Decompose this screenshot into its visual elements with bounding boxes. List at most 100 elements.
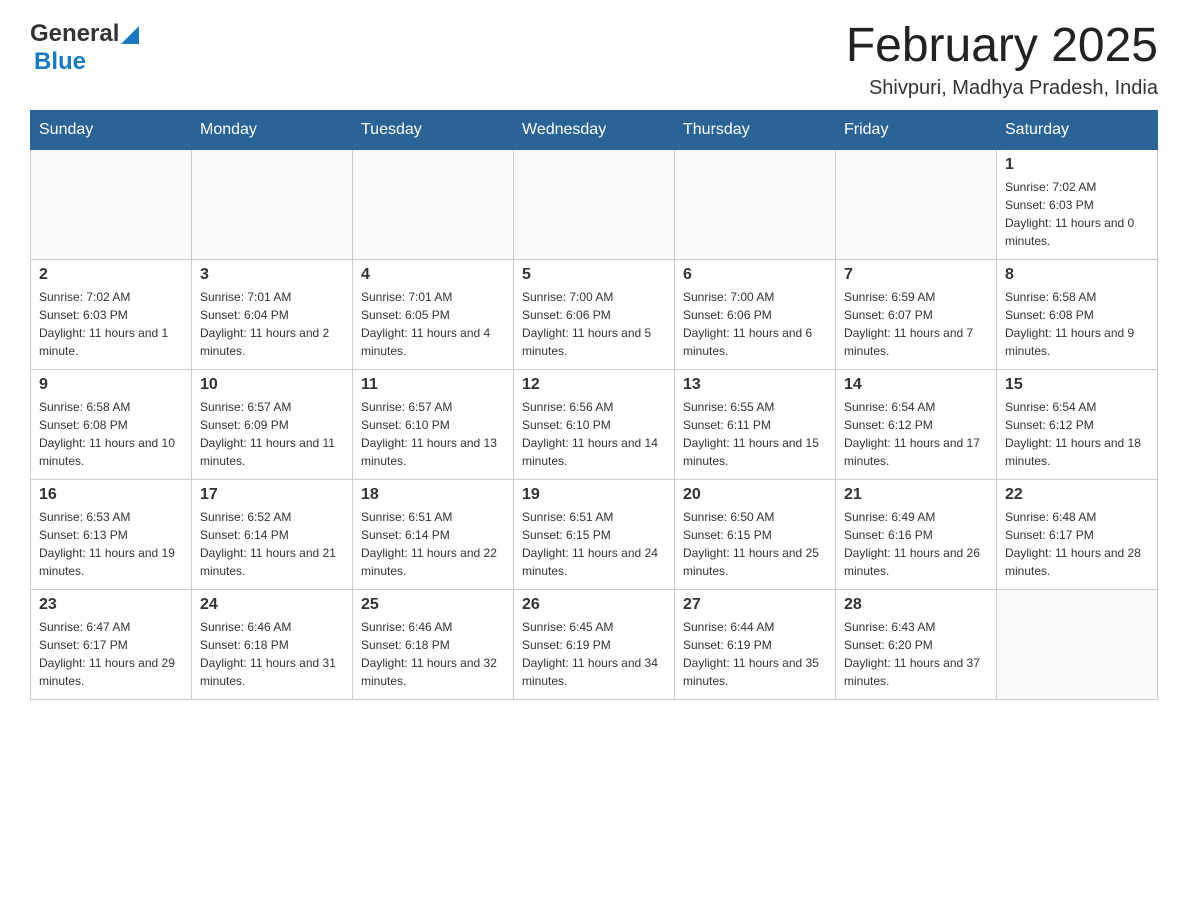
table-row: 18 Sunrise: 6:51 AMSunset: 6:14 PMDayligh… [353,479,514,589]
day-number: 25 [361,596,505,614]
table-row: 4 Sunrise: 7:01 AMSunset: 6:05 PMDaylight… [353,259,514,369]
day-number: 17 [200,486,344,504]
page-header: General Blue February 2025 Shivpuri, Mad… [30,20,1158,100]
day-info: Sunrise: 6:54 AMSunset: 6:12 PMDaylight:… [844,398,988,470]
month-title: February 2025 [846,20,1158,73]
table-row: 22 Sunrise: 6:48 AMSunset: 6:17 PMDayligh… [997,479,1158,589]
day-number: 12 [522,376,666,394]
day-number: 11 [361,376,505,394]
calendar-table: Sunday Monday Tuesday Wednesday Thursday… [30,110,1158,700]
day-info: Sunrise: 6:50 AMSunset: 6:15 PMDaylight:… [683,508,827,580]
day-info: Sunrise: 6:53 AMSunset: 6:13 PMDaylight:… [39,508,183,580]
day-number: 15 [1005,376,1149,394]
header-monday: Monday [192,110,353,149]
day-number: 26 [522,596,666,614]
day-number: 27 [683,596,827,614]
day-number: 2 [39,266,183,284]
day-number: 8 [1005,266,1149,284]
logo-blue-text: Blue [34,48,86,76]
table-row: 10 Sunrise: 6:57 AMSunset: 6:09 PMDayligh… [192,369,353,479]
day-info: Sunrise: 6:56 AMSunset: 6:10 PMDaylight:… [522,398,666,470]
logo-flag-icon [121,26,139,44]
header-sunday: Sunday [31,110,192,149]
title-block: February 2025 Shivpuri, Madhya Pradesh, … [846,20,1158,100]
table-row: 7Sunrise: 6:59 AMSunset: 6:07 PMDaylight… [836,259,997,369]
day-info: Sunrise: 6:51 AMSunset: 6:15 PMDaylight:… [522,508,666,580]
table-row: 16 Sunrise: 6:53 AMSunset: 6:13 PMDayligh… [31,479,192,589]
day-number: 9 [39,376,183,394]
day-info: Sunrise: 6:43 AMSunset: 6:20 PMDaylight:… [844,618,988,690]
table-row: 2 Sunrise: 7:02 AMSunset: 6:03 PMDaylight… [31,259,192,369]
header-wednesday: Wednesday [514,110,675,149]
day-number: 18 [361,486,505,504]
day-info: Sunrise: 6:55 AMSunset: 6:11 PMDaylight:… [683,398,827,470]
day-number: 13 [683,376,827,394]
day-info: Sunrise: 7:00 AMSunset: 6:06 PMDaylight:… [683,288,827,360]
table-row: 9 Sunrise: 6:58 AMSunset: 6:08 PMDaylight… [31,369,192,479]
header-thursday: Thursday [675,110,836,149]
table-row: 13 Sunrise: 6:55 AMSunset: 6:11 PMDayligh… [675,369,836,479]
table-row: 20 Sunrise: 6:50 AMSunset: 6:15 PMDayligh… [675,479,836,589]
header-saturday: Saturday [997,110,1158,149]
day-number: 19 [522,486,666,504]
day-number: 22 [1005,486,1149,504]
day-info: Sunrise: 6:44 AMSunset: 6:19 PMDaylight:… [683,618,827,690]
day-number: 20 [683,486,827,504]
day-info: Sunrise: 6:58 AMSunset: 6:08 PMDaylight:… [1005,288,1149,360]
table-row: 1Sunrise: 7:02 AMSunset: 6:03 PMDaylight… [997,149,1158,259]
logo: General Blue [30,20,139,76]
header-tuesday: Tuesday [353,110,514,149]
calendar-week-row: 2 Sunrise: 7:02 AMSunset: 6:03 PMDaylight… [31,259,1158,369]
day-number: 7 [844,266,988,284]
table-row: 3Sunrise: 7:01 AMSunset: 6:04 PMDaylight… [192,259,353,369]
table-row [31,149,192,259]
table-row [514,149,675,259]
day-number: 10 [200,376,344,394]
table-row: 15 Sunrise: 6:54 AMSunset: 6:12 PMDayligh… [997,369,1158,479]
table-row: 27 Sunrise: 6:44 AMSunset: 6:19 PMDayligh… [675,589,836,699]
table-row: 28Sunrise: 6:43 AMSunset: 6:20 PMDayligh… [836,589,997,699]
day-info: Sunrise: 6:46 AMSunset: 6:18 PMDaylight:… [361,618,505,690]
table-row [192,149,353,259]
table-row: 26 Sunrise: 6:45 AMSunset: 6:19 PMDayligh… [514,589,675,699]
table-row: 11 Sunrise: 6:57 AMSunset: 6:10 PMDayligh… [353,369,514,479]
calendar-week-row: 16 Sunrise: 6:53 AMSunset: 6:13 PMDayligh… [31,479,1158,589]
table-row [353,149,514,259]
day-info: Sunrise: 6:57 AMSunset: 6:09 PMDaylight:… [200,398,344,470]
table-row: 5Sunrise: 7:00 AMSunset: 6:06 PMDaylight… [514,259,675,369]
table-row: 12 Sunrise: 6:56 AMSunset: 6:10 PMDayligh… [514,369,675,479]
day-info: Sunrise: 6:58 AMSunset: 6:08 PMDaylight:… [39,398,183,470]
table-row: 19 Sunrise: 6:51 AMSunset: 6:15 PMDayligh… [514,479,675,589]
calendar-week-row: 23 Sunrise: 6:47 AMSunset: 6:17 PMDayligh… [31,589,1158,699]
table-row: 23 Sunrise: 6:47 AMSunset: 6:17 PMDayligh… [31,589,192,699]
day-info: Sunrise: 6:49 AMSunset: 6:16 PMDaylight:… [844,508,988,580]
day-number: 16 [39,486,183,504]
table-row: 14 Sunrise: 6:54 AMSunset: 6:12 PMDayligh… [836,369,997,479]
day-info: Sunrise: 6:45 AMSunset: 6:19 PMDaylight:… [522,618,666,690]
day-info: Sunrise: 6:47 AMSunset: 6:17 PMDaylight:… [39,618,183,690]
day-info: Sunrise: 6:52 AMSunset: 6:14 PMDaylight:… [200,508,344,580]
table-row: 24Sunrise: 6:46 AMSunset: 6:18 PMDayligh… [192,589,353,699]
day-number: 21 [844,486,988,504]
table-row: 21 Sunrise: 6:49 AMSunset: 6:16 PMDayligh… [836,479,997,589]
day-info: Sunrise: 7:02 AMSunset: 6:03 PMDaylight:… [39,288,183,360]
location-title: Shivpuri, Madhya Pradesh, India [846,77,1158,100]
logo-general-text: General [30,20,119,48]
table-row [836,149,997,259]
day-number: 14 [844,376,988,394]
day-info: Sunrise: 6:46 AMSunset: 6:18 PMDaylight:… [200,618,344,690]
table-row: 8 Sunrise: 6:58 AMSunset: 6:08 PMDaylight… [997,259,1158,369]
day-info: Sunrise: 6:54 AMSunset: 6:12 PMDaylight:… [1005,398,1149,470]
day-info: Sunrise: 6:48 AMSunset: 6:17 PMDaylight:… [1005,508,1149,580]
table-row: 17 Sunrise: 6:52 AMSunset: 6:14 PMDayligh… [192,479,353,589]
day-number: 23 [39,596,183,614]
day-info: Sunrise: 7:01 AMSunset: 6:04 PMDaylight:… [200,288,344,360]
day-number: 4 [361,266,505,284]
day-info: Sunrise: 6:51 AMSunset: 6:14 PMDaylight:… [361,508,505,580]
day-number: 1 [1005,156,1149,174]
day-info: Sunrise: 7:01 AMSunset: 6:05 PMDaylight:… [361,288,505,360]
table-row: 25 Sunrise: 6:46 AMSunset: 6:18 PMDayligh… [353,589,514,699]
header-friday: Friday [836,110,997,149]
calendar-week-row: 9 Sunrise: 6:58 AMSunset: 6:08 PMDaylight… [31,369,1158,479]
day-info: Sunrise: 6:57 AMSunset: 6:10 PMDaylight:… [361,398,505,470]
